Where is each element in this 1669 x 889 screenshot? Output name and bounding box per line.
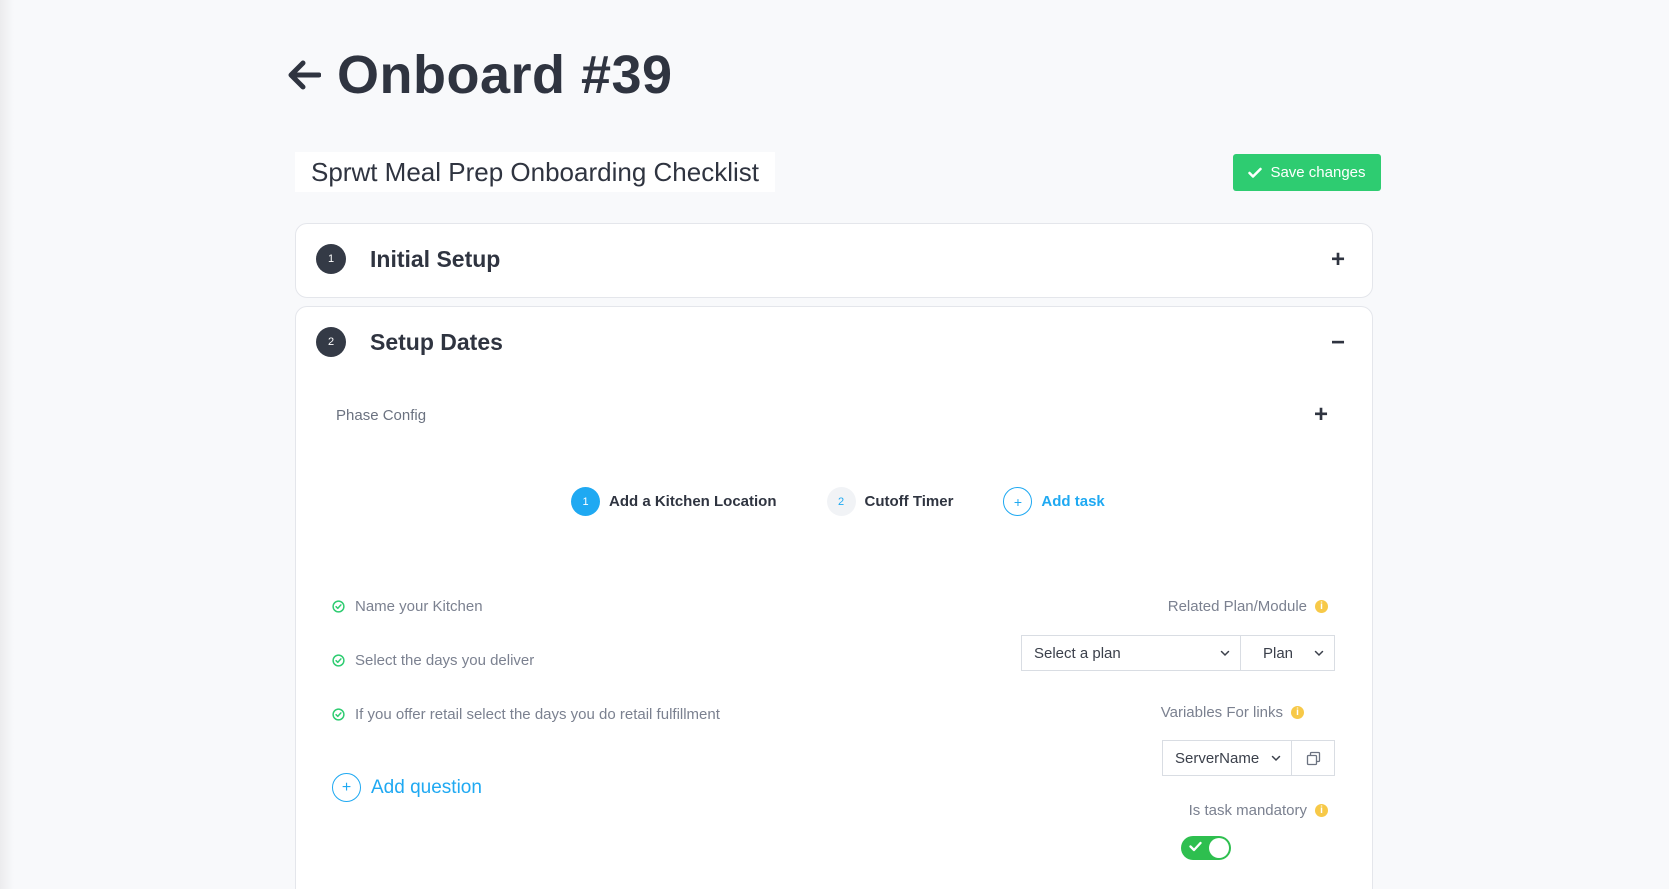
add-question-button[interactable]: + Add question — [332, 773, 482, 802]
copy-icon — [1306, 751, 1320, 765]
add-task-button[interactable]: + Add task — [1003, 487, 1105, 516]
plan-type-value: Plan — [1263, 644, 1294, 662]
task-label: Add a Kitchen Location — [609, 493, 777, 510]
plan-select[interactable]: Select a plan — [1021, 635, 1241, 671]
add-circle-icon: + — [1003, 487, 1033, 516]
add-task-label: Add task — [1041, 493, 1105, 510]
chevron-down-icon — [1314, 650, 1324, 657]
question-text: If you offer retail select the days you … — [355, 705, 720, 723]
question-text: Select the days you deliver — [355, 651, 535, 669]
info-icon[interactable]: i — [1291, 706, 1304, 719]
add-circle-icon: + — [332, 773, 361, 802]
back-arrow-icon[interactable] — [285, 56, 323, 94]
checklist-name-field[interactable]: Sprwt Meal Prep Onboarding Checklist — [295, 152, 775, 192]
phase-title: Initial Setup — [370, 245, 501, 272]
add-question-label: Add question — [371, 776, 482, 798]
related-plan-label: Related Plan/Module — [1167, 598, 1307, 615]
variables-label-group: Variables For links i — [1161, 704, 1304, 721]
phase-title: Setup Dates — [370, 328, 503, 355]
expand-plus-icon[interactable]: + — [1328, 246, 1348, 274]
chevron-down-icon — [1220, 650, 1230, 657]
phase-card-setup-dates: 2 Setup Dates − Phase Config + 1 Add a K… — [295, 306, 1373, 889]
info-icon[interactable]: i — [1315, 600, 1328, 613]
check-icon — [1189, 841, 1202, 852]
task-label: Cutoff Timer — [864, 493, 954, 510]
mandatory-toggle[interactable] — [1181, 836, 1231, 860]
check-circle-icon — [332, 653, 345, 667]
plan-select-value: Select a plan — [1034, 644, 1121, 662]
question-text: Name your Kitchen — [355, 597, 483, 615]
task-step-add-kitchen-location[interactable]: 1 Add a Kitchen Location — [571, 487, 777, 516]
question-list: Name your Kitchen Select the days you de… — [332, 597, 720, 759]
task-step-cutoff-timer[interactable]: 2 Cutoff Timer — [826, 487, 954, 516]
question-item[interactable]: If you offer retail select the days you … — [332, 705, 720, 723]
task-number-badge: 2 — [826, 487, 856, 516]
page-header: Onboard #39 — [285, 44, 673, 106]
phase-header[interactable]: 1 Initial Setup — [316, 244, 500, 274]
check-circle-icon — [332, 599, 345, 613]
save-changes-button[interactable]: Save changes — [1233, 154, 1381, 191]
phase-number-badge: 2 — [316, 327, 346, 357]
check-icon — [1248, 167, 1263, 178]
collapse-minus-icon[interactable]: − — [1328, 329, 1348, 357]
left-edge-shadow — [0, 0, 14, 889]
toggle-knob — [1209, 838, 1229, 858]
mandatory-label-group: Is task mandatory i — [1189, 802, 1328, 819]
phase-card-initial-setup: 1 Initial Setup + — [295, 223, 1373, 298]
copy-variable-button[interactable] — [1291, 740, 1335, 776]
variables-label: Variables For links — [1160, 704, 1283, 721]
phase-number-badge: 1 — [316, 244, 346, 274]
mandatory-label: Is task mandatory — [1188, 802, 1307, 819]
phase-header[interactable]: 2 Setup Dates — [316, 327, 503, 357]
variables-select[interactable]: ServerName — [1162, 740, 1292, 776]
task-steps: 1 Add a Kitchen Location 2 Cutoff Timer … — [571, 487, 1105, 516]
question-item[interactable]: Select the days you deliver — [332, 651, 720, 669]
page-title: Onboard #39 — [337, 45, 673, 105]
related-plan-label-group: Related Plan/Module i — [1168, 598, 1328, 615]
question-item[interactable]: Name your Kitchen — [332, 597, 720, 615]
phase-config-plus-icon[interactable]: + — [1314, 401, 1328, 429]
plan-type-select[interactable]: Plan — [1240, 635, 1335, 671]
chevron-down-icon — [1271, 755, 1281, 762]
save-changes-label: Save changes — [1270, 164, 1366, 181]
task-number-badge: 1 — [571, 487, 600, 516]
phase-config-label: Phase Config — [336, 407, 427, 424]
variables-select-value: ServerName — [1175, 749, 1260, 767]
info-icon[interactable]: i — [1315, 804, 1328, 817]
check-circle-icon — [332, 707, 345, 721]
